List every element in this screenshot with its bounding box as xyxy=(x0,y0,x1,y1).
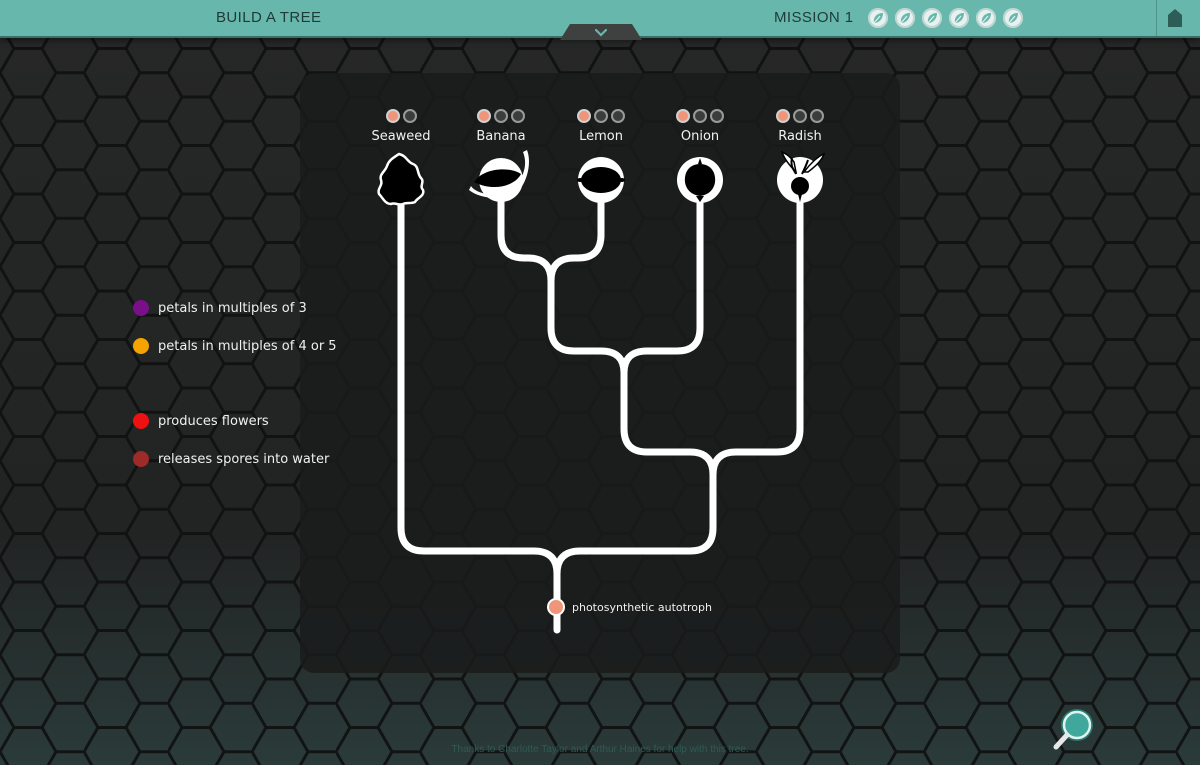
branch-onion xyxy=(620,196,704,377)
legend-item[interactable]: petals in multiples of 4 or 5 xyxy=(133,337,337,355)
branch-banana xyxy=(497,196,555,285)
banana-icon[interactable] xyxy=(469,150,529,202)
taxon-label-radish: Radish xyxy=(778,129,822,144)
onion-icon[interactable] xyxy=(677,157,723,203)
trait-dot-empty[interactable] xyxy=(793,109,807,123)
legend-swatch xyxy=(133,300,149,316)
taxon-label-banana: Banana xyxy=(476,129,526,144)
trait-dot-empty[interactable] xyxy=(494,109,508,123)
magnifier-icon xyxy=(1053,709,1093,750)
branch-seaweed xyxy=(397,196,561,634)
legend-swatch xyxy=(133,338,149,354)
trait-dot-filled[interactable] xyxy=(676,109,690,123)
trait-dots-seaweed xyxy=(385,109,417,123)
lemon-icon[interactable] xyxy=(577,157,625,203)
build-a-tree-screen: BUILD A TREE MISSION 1 Seaweed Banana Le… xyxy=(0,0,1200,765)
legend-swatch xyxy=(133,413,149,429)
search-button[interactable] xyxy=(1050,705,1098,753)
trait-dot-empty[interactable] xyxy=(402,109,417,123)
trait-node-label: photosynthetic autotroph xyxy=(572,601,712,614)
trait-dots-banana xyxy=(477,109,525,123)
taxon-label-seaweed: Seaweed xyxy=(371,129,431,144)
trait-dots-lemon xyxy=(577,109,625,123)
legend-swatch xyxy=(133,451,149,467)
seaweed-icon[interactable] xyxy=(377,152,425,206)
taxon-label-onion: Onion xyxy=(680,129,720,144)
legend-label: petals in multiples of 3 xyxy=(158,300,307,316)
trait-dots-onion xyxy=(676,109,724,123)
legend-label: produces flowers xyxy=(158,413,269,429)
trait-dot-empty[interactable] xyxy=(511,109,525,123)
trait-dot-filled[interactable] xyxy=(477,109,491,123)
trait-dots-radish xyxy=(776,109,824,123)
legend-item[interactable]: produces flowers xyxy=(133,412,269,430)
trait-dot-empty[interactable] xyxy=(611,109,625,123)
taxon-label-lemon: Lemon xyxy=(579,129,623,144)
trait-dot-filled[interactable] xyxy=(385,109,400,123)
trait-dot-empty[interactable] xyxy=(594,109,608,123)
legend-item[interactable]: releases spores into water xyxy=(133,450,329,468)
legend-label: releases spores into water xyxy=(158,451,330,467)
trait-dot-empty[interactable] xyxy=(810,109,824,123)
trait-dot-filled[interactable] xyxy=(776,109,790,123)
legend-label: petals in multiples of 4 or 5 xyxy=(158,338,337,354)
trait-node-photosynthetic-autotroph[interactable] xyxy=(547,598,565,616)
legend-item[interactable]: petals in multiples of 3 xyxy=(133,299,307,317)
branch-radish xyxy=(709,196,804,479)
trait-dot-filled[interactable] xyxy=(577,109,591,123)
trait-dot-empty[interactable] xyxy=(693,109,707,123)
branch-angiosperms xyxy=(547,196,717,578)
radish-icon[interactable] xyxy=(777,150,826,203)
credits-text: Thanks to Charlotte Taylor and Arthur Ha… xyxy=(451,744,749,755)
trait-dot-empty[interactable] xyxy=(710,109,724,123)
